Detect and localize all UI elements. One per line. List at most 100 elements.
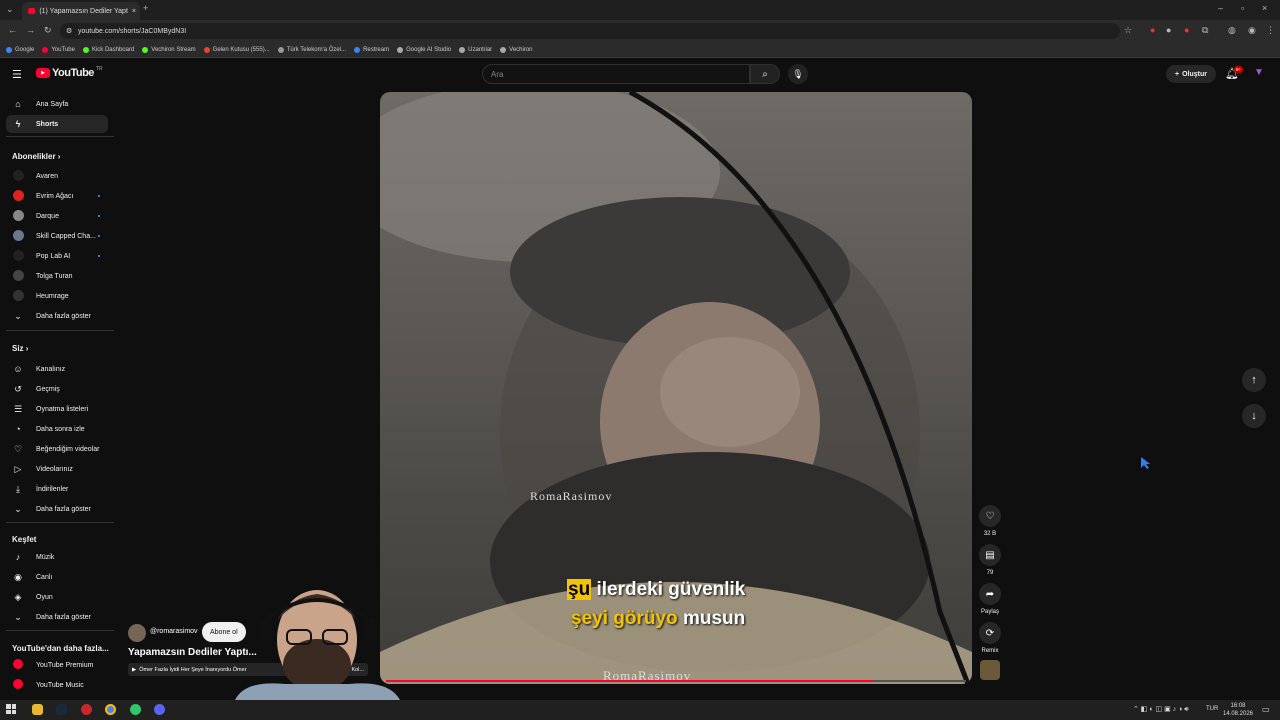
chevron-right-icon: › xyxy=(55,152,61,161)
bookmark-item[interactable]: Uzantılar xyxy=(459,46,492,53)
bookmark-item[interactable]: Türk Telekom'a Özel... xyxy=(277,46,346,53)
bookmark-label: Restream xyxy=(363,46,390,53)
bookmark-favicon-icon xyxy=(354,46,361,53)
voice-search-button[interactable]: 🎙 xyxy=(788,64,808,84)
forward-icon[interactable]: → xyxy=(26,26,35,35)
hamburger-menu-icon[interactable]: ☰ xyxy=(12,68,22,81)
section-title-text: YouTube'dan daha fazla... xyxy=(12,644,109,653)
sidebar-section-title[interactable]: Abonelikler › xyxy=(12,152,60,161)
sidebar-item-subscription[interactable]: Evrim Ağacı xyxy=(6,187,108,205)
discord-icon[interactable] xyxy=(154,704,165,715)
sidebar-section-title[interactable]: Keşfet xyxy=(12,535,36,544)
search-button[interactable]: ⌕ xyxy=(750,64,780,84)
sidebar-item-youtube-product[interactable]: YouTube Music xyxy=(6,676,108,694)
search-input[interactable]: Ara xyxy=(482,64,750,84)
sidebar-item-youtube-product[interactable]: YouTube Premium xyxy=(6,656,108,674)
sidebar-item-subscription[interactable]: Avaren xyxy=(6,167,108,185)
sidebar-item-label: Skill Capped Cha... xyxy=(36,232,96,240)
sidebar-item-home[interactable]: ⌂ Ana Sayfa xyxy=(6,95,108,113)
section-title-text: Keşfet xyxy=(12,535,37,544)
file-explorer-icon[interactable] xyxy=(32,704,43,715)
sidebar-item-you[interactable]: ⤓ İndirilenler xyxy=(6,480,108,498)
progress-track[interactable] xyxy=(386,680,966,682)
sidebar-item-you[interactable]: ☰ Oynatma listeleri xyxy=(6,400,108,418)
youtube-logo[interactable]: ▶ YouTube TR xyxy=(36,66,103,79)
extension-icon[interactable]: ● xyxy=(1150,26,1155,35)
bookmark-item[interactable]: Restream xyxy=(354,46,390,53)
previous-short-button[interactable]: ↑ xyxy=(1242,368,1266,392)
back-icon[interactable]: ← xyxy=(8,26,17,35)
sidebar-item-subscription[interactable]: Pop Lab AI xyxy=(6,247,108,265)
sidebar-item-explore[interactable]: ◈ Oyun xyxy=(6,588,108,606)
minimize-icon[interactable]: – xyxy=(1218,4,1223,13)
bookmark-item[interactable]: Vechiron xyxy=(500,46,533,53)
clock[interactable]: 16:08 14.08.2026 xyxy=(1222,702,1254,718)
extension-icon[interactable]: ● xyxy=(1184,26,1189,35)
sidebar-section-title[interactable]: Siz › xyxy=(12,344,28,353)
sidebar-item-you[interactable]: ☺ Kanalınız xyxy=(6,360,108,378)
app-icon[interactable] xyxy=(130,704,141,715)
like-icon: ♡ xyxy=(985,510,995,522)
close-window-icon[interactable]: × xyxy=(1262,4,1267,13)
bookmark-item[interactable]: Kick Dashboard xyxy=(82,46,134,53)
show-more-explore[interactable]: ⌄ Daha fazla göster xyxy=(6,608,108,626)
bookmark-star-icon[interactable]: ☆ xyxy=(1124,26,1132,35)
menu-kebab-icon[interactable]: ⋮ xyxy=(1266,26,1275,35)
sidebar-item-explore[interactable]: ♪ Müzik xyxy=(6,548,108,566)
account-icon[interactable]: ◉ xyxy=(1248,26,1256,35)
bookmark-item[interactable]: Vechiron Stream xyxy=(142,46,196,53)
sidebar-item-subscription[interactable]: Darque xyxy=(6,207,108,225)
extension-icon[interactable]: ● xyxy=(1166,26,1171,35)
channel-avatar-icon xyxy=(12,169,24,183)
sidebar-item-shorts[interactable]: ϟ Shorts xyxy=(6,115,108,133)
site-info-icon[interactable]: ⚙ xyxy=(66,27,72,35)
remix-button[interactable]: ⟳ xyxy=(979,622,1001,644)
notification-center-icon[interactable]: ▭ xyxy=(1262,705,1270,714)
sidebar-item-label: Daha fazla göster xyxy=(36,505,91,513)
browser-tab-active[interactable]: (1) Yapamazsın Dediler Yapt × xyxy=(22,2,140,20)
sidebar-item-subscription[interactable]: Skill Capped Cha... xyxy=(6,227,108,245)
new-tab-icon[interactable]: + xyxy=(143,4,148,13)
shorts-video-player[interactable]: RomaRasimov RomaRasimov şu ilerdeki güve… xyxy=(380,92,972,684)
sidebar-item-you[interactable]: ↺ Geçmiş xyxy=(6,380,108,398)
show-more-subscriptions[interactable]: ⌄ Daha fazla göster xyxy=(6,307,108,325)
comments-button[interactable]: ▤ xyxy=(979,544,1001,566)
sidebar-item-label: Daha fazla göster xyxy=(36,613,91,621)
sidebar-item-you[interactable]: ♡ Beğendiğim videolar xyxy=(6,440,108,458)
sidebar-item-subscription[interactable]: Tolga Turan xyxy=(6,267,108,285)
bookmark-item[interactable]: Google xyxy=(6,46,34,53)
reload-icon[interactable]: ↻ xyxy=(44,26,52,35)
steam-icon[interactable] xyxy=(56,704,67,715)
share-button[interactable]: ➦ xyxy=(979,583,1001,605)
tab-search-icon[interactable]: ⌄ xyxy=(6,5,14,14)
opera-icon[interactable] xyxy=(81,704,92,715)
chrome-icon[interactable] xyxy=(105,704,116,715)
bookmark-item[interactable]: YouTube xyxy=(42,46,75,53)
library-icon: ↺ xyxy=(14,383,22,394)
sidebar-section-title[interactable]: YouTube'dan daha fazla... xyxy=(12,644,109,653)
sidebar-item-explore[interactable]: ◉ Canlı xyxy=(6,568,108,586)
avatar[interactable]: ▼ xyxy=(1254,67,1266,79)
sidebar-item-subscription[interactable]: Heumrage xyxy=(6,287,108,305)
extensions-puzzle-icon[interactable]: ⧉ xyxy=(1202,26,1208,35)
next-short-button[interactable]: ↓ xyxy=(1242,404,1266,428)
create-button[interactable]: + Oluştur xyxy=(1166,65,1216,83)
show-more-you[interactable]: ⌄ Daha fazla göster xyxy=(6,500,108,518)
tray-icons[interactable]: ⌃ ◧ ◐ ◫ ▣ ♪ ◑ 🔊︎ xyxy=(1133,705,1189,714)
channel-avatar[interactable] xyxy=(128,624,146,642)
windows-start-icon[interactable] xyxy=(6,704,16,714)
plus-icon: + xyxy=(1175,70,1180,78)
bookmark-item[interactable]: Gelen Kutusu (555)... xyxy=(203,46,270,53)
bookmark-item[interactable]: Google AI Studio xyxy=(397,46,451,53)
windows-taskbar xyxy=(0,700,1280,720)
like-button[interactable]: ♡ xyxy=(979,505,1001,527)
profile-icon[interactable]: ◍ xyxy=(1228,26,1236,35)
address-bar[interactable]: ⚙ youtube.com/shorts/JaC0MBydN3I xyxy=(60,23,1120,39)
channel-name[interactable]: @romarasimov xyxy=(150,628,198,635)
maximize-icon[interactable]: ▫ xyxy=(1241,4,1244,13)
tab-close-icon[interactable]: × xyxy=(132,8,140,15)
sound-thumbnail[interactable] xyxy=(980,660,1000,680)
sidebar-item-you[interactable]: ▷ Videolarınız xyxy=(6,460,108,478)
sidebar-item-you[interactable]: ◔ Daha sonra izle xyxy=(6,420,108,438)
language-indicator[interactable]: TUR xyxy=(1206,706,1218,712)
